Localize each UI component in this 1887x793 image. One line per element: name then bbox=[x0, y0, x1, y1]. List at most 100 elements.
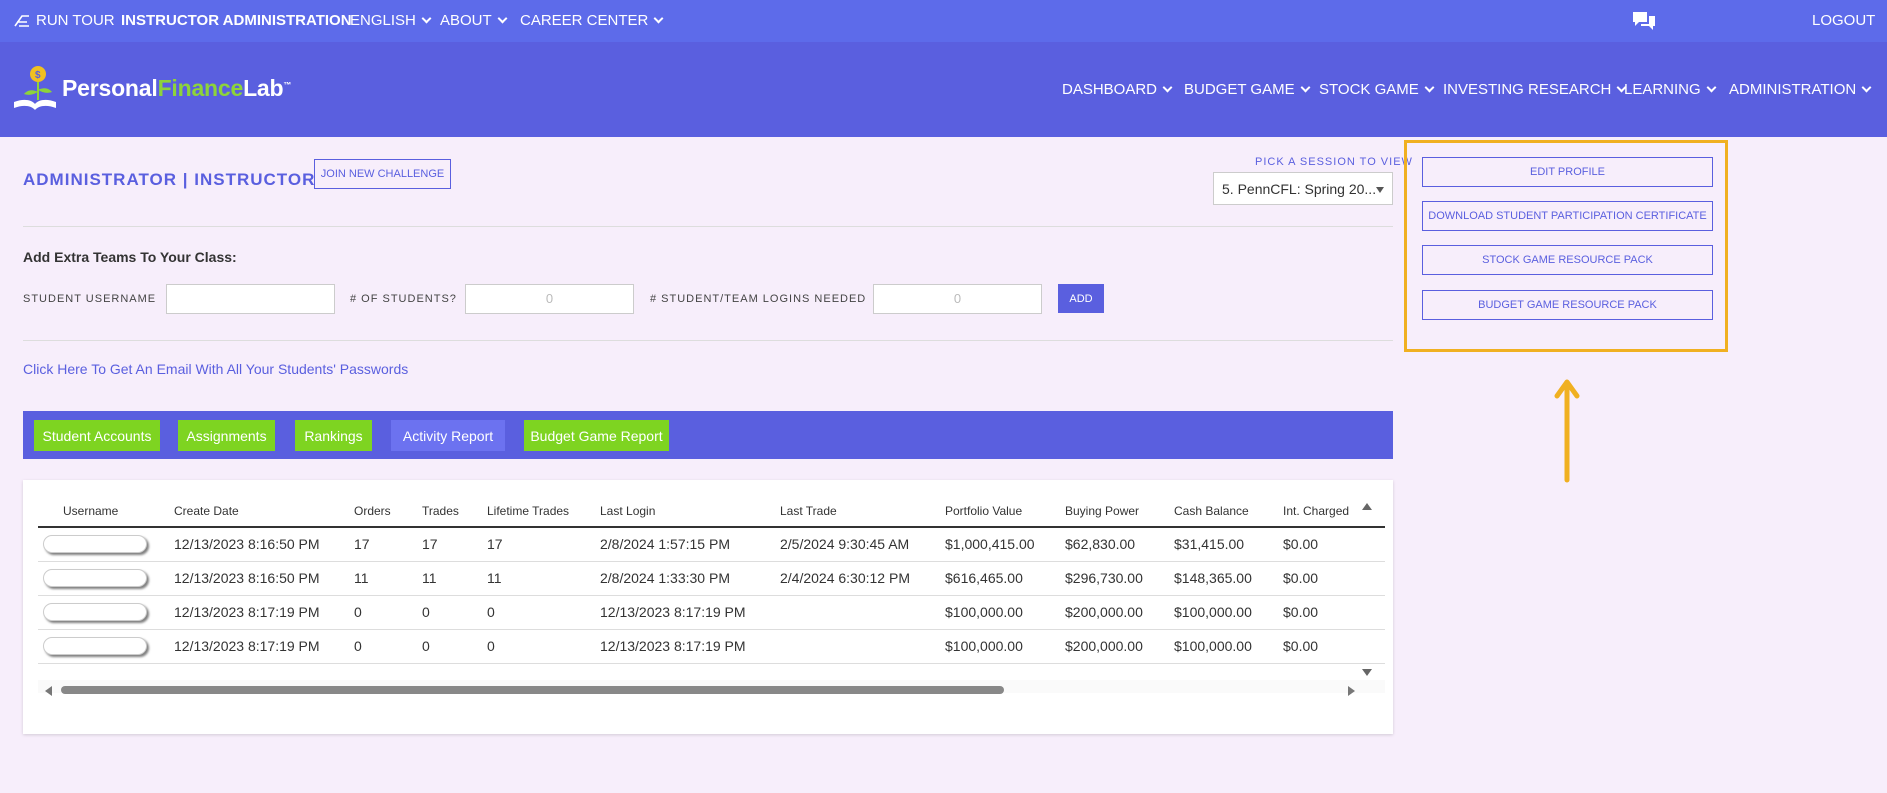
run-tour-label: RUN TOUR bbox=[36, 12, 115, 29]
cell-buying-power: $200,000.00 bbox=[1065, 638, 1143, 654]
brand-logo[interactable]: $ PersonalFinanceLab™ bbox=[12, 64, 291, 112]
tab-student-accounts[interactable]: Student Accounts bbox=[34, 420, 160, 451]
cell-portfolio-value: $616,465.00 bbox=[945, 570, 1023, 586]
nav-dashboard[interactable]: DASHBOARD bbox=[1062, 81, 1173, 98]
scroll-up-icon[interactable] bbox=[1362, 503, 1372, 510]
nav-budget-game[interactable]: BUDGET GAME bbox=[1184, 81, 1311, 98]
student-username-input[interactable] bbox=[166, 284, 335, 314]
col-header-username[interactable]: Username bbox=[63, 504, 118, 518]
col-header-create-date[interactable]: Create Date bbox=[174, 504, 239, 518]
career-center-menu[interactable]: CAREER CENTER bbox=[520, 12, 664, 29]
dropdown-arrow-icon bbox=[1376, 187, 1384, 193]
chevron-down-icon bbox=[421, 13, 432, 24]
scroll-left-icon[interactable] bbox=[45, 686, 52, 696]
col-header-lifetime-trades[interactable]: Lifetime Trades bbox=[487, 504, 569, 518]
english-menu[interactable]: ENGLISH bbox=[350, 12, 432, 29]
username-redacted[interactable] bbox=[43, 637, 147, 655]
cell-last-login: 12/13/2023 8:17:19 PM bbox=[600, 604, 746, 620]
username-redacted[interactable] bbox=[43, 603, 147, 621]
budget-game-resource-button[interactable]: BUDGET GAME RESOURCE PACK bbox=[1422, 290, 1713, 320]
cell-int-charged: $0.00 bbox=[1283, 604, 1319, 620]
cell-trades: 0 bbox=[422, 638, 430, 654]
scrollbar-thumb[interactable] bbox=[61, 686, 1004, 694]
nav-budget-game-label: BUDGET GAME bbox=[1184, 81, 1295, 98]
extra-teams-title: Add Extra Teams To Your Class: bbox=[23, 249, 237, 265]
scroll-down-icon[interactable] bbox=[1362, 669, 1372, 676]
plant-logo-icon: $ bbox=[14, 66, 56, 110]
tab-rankings[interactable]: Rankings bbox=[295, 420, 372, 451]
logins-needed-input[interactable]: 0 bbox=[873, 284, 1042, 314]
cell-buying-power: $200,000.00 bbox=[1065, 604, 1143, 620]
brand-tm: ™ bbox=[283, 79, 292, 89]
cell-cash-balance: $100,000.00 bbox=[1174, 638, 1252, 654]
num-students-label: # OF STUDENTS? bbox=[350, 293, 457, 305]
nav-investing-research[interactable]: INVESTING RESEARCH bbox=[1443, 81, 1627, 98]
col-header-orders[interactable]: Orders bbox=[354, 504, 391, 518]
nav-learning[interactable]: LEARNING bbox=[1624, 81, 1717, 98]
brand-part-3: Lab bbox=[243, 74, 284, 101]
cell-orders: 0 bbox=[354, 604, 362, 620]
stock-game-resource-button[interactable]: STOCK GAME RESOURCE PACK bbox=[1422, 245, 1713, 275]
cell-last-trade: 2/5/2024 9:30:45 AM bbox=[780, 536, 910, 552]
chat-icon bbox=[1633, 12, 1655, 30]
nav-administration[interactable]: ADMINISTRATION bbox=[1729, 81, 1872, 98]
col-header-trades[interactable]: Trades bbox=[422, 504, 459, 518]
cell-portfolio-value: $100,000.00 bbox=[945, 604, 1023, 620]
brand-part-1: Personal bbox=[62, 74, 158, 101]
email-passwords-link[interactable]: Click Here To Get An Email With All Your… bbox=[23, 361, 408, 377]
cell-lifetime-trades: 11 bbox=[487, 570, 502, 586]
cell-trades: 11 bbox=[422, 570, 437, 586]
session-select[interactable]: 5. PennCFL: Spring 20... bbox=[1213, 172, 1393, 205]
row-divider bbox=[38, 663, 1385, 664]
instructor-admin-link[interactable]: INSTRUCTOR ADMINISTRATION bbox=[121, 12, 352, 29]
cell-cash-balance: $31,415.00 bbox=[1174, 536, 1245, 552]
cell-last-login: 12/13/2023 8:17:19 PM bbox=[600, 638, 746, 654]
col-header-last-login[interactable]: Last Login bbox=[600, 504, 655, 518]
tab-activity-report[interactable]: Activity Report bbox=[391, 420, 505, 451]
tab-budget-game-report[interactable]: Budget Game Report bbox=[524, 420, 669, 451]
join-challenge-button[interactable]: JOIN NEW CHALLENGE bbox=[314, 159, 451, 189]
activity-table-card: Username Create Date Orders Trades Lifet… bbox=[23, 480, 1393, 734]
top-bar: RUN TOUR INSTRUCTOR ADMINISTRATION ENGLI… bbox=[0, 0, 1887, 42]
nav-dashboard-label: DASHBOARD bbox=[1062, 81, 1158, 98]
cell-trades: 0 bbox=[422, 604, 430, 620]
row-divider bbox=[38, 595, 1385, 596]
username-redacted[interactable] bbox=[43, 569, 147, 587]
chevron-down-icon bbox=[1424, 82, 1435, 93]
cell-create-date: 12/13/2023 8:17:19 PM bbox=[174, 604, 320, 620]
logins-needed-label: # STUDENT/TEAM LOGINS NEEDED bbox=[650, 293, 867, 305]
chevron-down-icon bbox=[1162, 82, 1173, 93]
logout-link[interactable]: LOGOUT bbox=[1812, 12, 1875, 29]
cell-lifetime-trades: 0 bbox=[487, 638, 495, 654]
logout-label: LOGOUT bbox=[1812, 12, 1876, 29]
tab-assignments[interactable]: Assignments bbox=[178, 420, 275, 451]
cell-trades: 17 bbox=[422, 536, 438, 552]
num-students-input[interactable]: 0 bbox=[465, 284, 634, 314]
username-redacted[interactable] bbox=[43, 535, 147, 553]
cell-cash-balance: $148,365.00 bbox=[1174, 570, 1252, 586]
download-certificate-button[interactable]: DOWNLOAD STUDENT PARTICIPATION CERTIFICA… bbox=[1422, 201, 1713, 231]
col-header-cash-balance[interactable]: Cash Balance bbox=[1174, 504, 1249, 518]
instructor-admin-label: INSTRUCTOR ADMINISTRATION bbox=[121, 12, 352, 29]
edit-profile-button[interactable]: EDIT PROFILE bbox=[1422, 157, 1713, 187]
cell-portfolio-value: $100,000.00 bbox=[945, 638, 1023, 654]
row-divider bbox=[38, 561, 1385, 562]
session-label: PICK A SESSION TO VIEW bbox=[1255, 156, 1413, 168]
brand-name: PersonalFinanceLab™ bbox=[62, 75, 291, 102]
brand-part-2: Finance bbox=[157, 74, 244, 101]
scroll-right-icon[interactable] bbox=[1348, 686, 1355, 696]
col-header-last-trade[interactable]: Last Trade bbox=[780, 504, 837, 518]
chevron-down-icon bbox=[653, 13, 664, 24]
run-tour-link[interactable]: RUN TOUR bbox=[13, 12, 115, 29]
col-header-int-charged[interactable]: Int. Charged bbox=[1283, 504, 1349, 518]
add-button[interactable]: ADD bbox=[1058, 284, 1104, 313]
col-header-buying-power[interactable]: Buying Power bbox=[1065, 504, 1139, 518]
table-header-rule bbox=[38, 526, 1385, 528]
col-header-portfolio-value[interactable]: Portfolio Value bbox=[945, 504, 1022, 518]
career-center-label: CAREER CENTER bbox=[520, 12, 649, 29]
divider bbox=[23, 226, 1393, 227]
chat-button[interactable] bbox=[1631, 10, 1657, 32]
nav-stock-game[interactable]: STOCK GAME bbox=[1319, 81, 1435, 98]
about-menu[interactable]: ABOUT bbox=[440, 12, 508, 29]
english-label: ENGLISH bbox=[350, 12, 416, 29]
